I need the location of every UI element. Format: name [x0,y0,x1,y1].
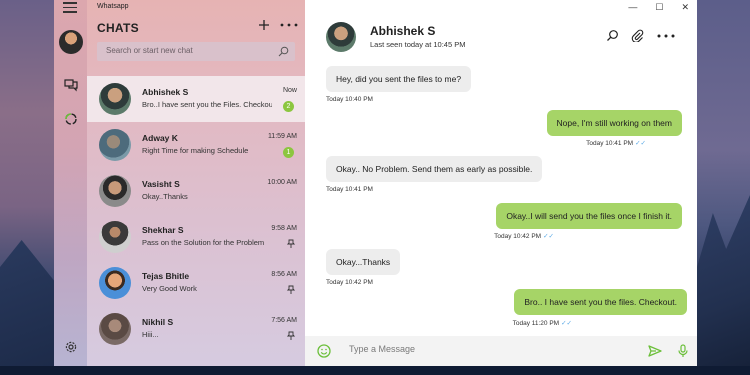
last-message-time: Now [282,87,297,94]
message-timestamp: Today 10:41 PM [326,186,373,193]
attachment-paperclip-icon[interactable] [631,29,644,42]
whatsapp-window: Whatsapp CHATS Abhishek S Bro..I have se… [54,0,697,366]
contact-avatar [99,83,131,115]
pin-icon [287,239,295,248]
last-message-preview: Hiii... [142,330,159,339]
last-message-preview: Okay..Thanks [142,192,188,201]
conversation-header: Abhishek S Last seen today at 10:45 PM [305,0,697,60]
search-icon[interactable] [606,29,619,42]
message-bubble-outgoing: Bro.. I have sent you the files. Checkou… [514,289,687,315]
chat-list-item-abhishek[interactable]: Abhishek S Bro..I have sent you the File… [87,76,305,122]
more-options-icon[interactable] [280,23,298,27]
message-bubble-incoming: Okay...Thanks [326,249,401,275]
last-message-preview: Right Time for making Schedule [142,146,249,155]
send-icon[interactable] [648,345,662,357]
message-timestamp: Today 11:20 PM ✓✓ [512,320,572,327]
last-message-time: 9:58 AM [271,225,297,232]
my-avatar[interactable] [59,30,83,54]
last-message-time: 8:56 AM [271,271,297,278]
chat-list-item-vasisht[interactable]: Vasisht S Okay..Thanks 10:00 AM [87,168,305,214]
chat-list-item-adway[interactable]: Adway K Right Time for making Schedule 1… [87,122,305,168]
message-bubble-outgoing: Nope, I'm still working on them [546,110,682,136]
message-bubble-incoming: Hey, did you sent the files to me? [326,66,472,92]
unread-count-badge: 2 [283,101,294,112]
icon-rail [54,0,87,366]
hamburger-menu-icon[interactable] [63,2,77,13]
pin-icon [287,285,295,294]
message-bubble-outgoing: Okay..I will send you the files once I f… [496,203,682,229]
message-timestamp: Today 10:42 PM [326,279,373,286]
contact-avatar [99,175,131,207]
app-title: Whatsapp [97,3,129,10]
chat-list-item-tejas[interactable]: Tejas Bhitle Very Good Work 8:56 AM [87,260,305,306]
contact-name: Nikhil S [142,317,174,327]
last-seen-status: Last seen today at 10:45 PM [370,40,466,49]
last-message-time: 7:56 AM [271,317,297,324]
last-message-preview: Very Good Work [142,284,197,293]
emoji-icon[interactable] [317,344,331,358]
conversation-pane: — ☐ ✕ Abhishek S Last seen today at 10:4… [305,0,697,366]
contact-name[interactable]: Abhishek S [370,24,435,38]
contact-avatar [99,313,131,345]
settings-gear-icon[interactable] [64,340,78,354]
new-chat-plus-icon[interactable] [257,18,271,32]
message-input[interactable] [347,343,631,355]
unread-count-badge: 1 [283,147,294,158]
status-icon[interactable] [64,112,78,126]
taskbar [0,366,750,375]
contact-avatar [99,221,131,253]
pin-icon [287,331,295,340]
message-bubble-incoming: Okay.. No Problem. Send them as early as… [326,156,543,182]
read-receipt-icon: ✓✓ [635,140,646,147]
chat-list-item-nikhil[interactable]: Nikhil S Hiii... 7:56 AM [87,306,305,352]
contact-name: Vasisht S [142,179,180,189]
read-receipt-icon: ✓✓ [561,320,572,327]
last-message-time: 10:00 AM [267,179,297,186]
contact-name: Adway K [142,133,178,143]
last-message-preview: Bro..I have sent you the Files. Checkout… [142,100,272,109]
message-timestamp: Today 10:40 PM [326,96,373,103]
search-input[interactable] [104,45,278,56]
last-message-preview: Pass on the Solution for the Problem [142,238,265,247]
contact-name: Tejas Bhitle [142,271,190,281]
chat-list-item-shekhar[interactable]: Shekhar S Pass on the Solution for the P… [87,214,305,260]
contact-avatar [99,129,131,161]
search-box [97,42,295,61]
compose-bar [305,336,697,366]
more-options-icon[interactable] [657,29,675,42]
chats-heading: CHATS [97,21,139,35]
read-receipt-icon: ✓✓ [543,233,554,240]
message-list: Hey, did you sent the files to me? Today… [305,60,697,332]
chats-icon[interactable] [64,78,78,92]
contact-avatar[interactable] [326,22,356,52]
microphone-icon[interactable] [678,344,688,358]
contact-name: Shekhar S [142,225,184,235]
search-icon[interactable] [278,46,289,57]
last-message-time: 11:59 AM [267,133,297,140]
contact-avatar [99,267,131,299]
contact-name: Abhishek S [142,87,189,97]
message-timestamp: Today 10:42 PM ✓✓ [494,233,554,240]
message-timestamp: Today 10:41 PM ✓✓ [586,140,646,147]
